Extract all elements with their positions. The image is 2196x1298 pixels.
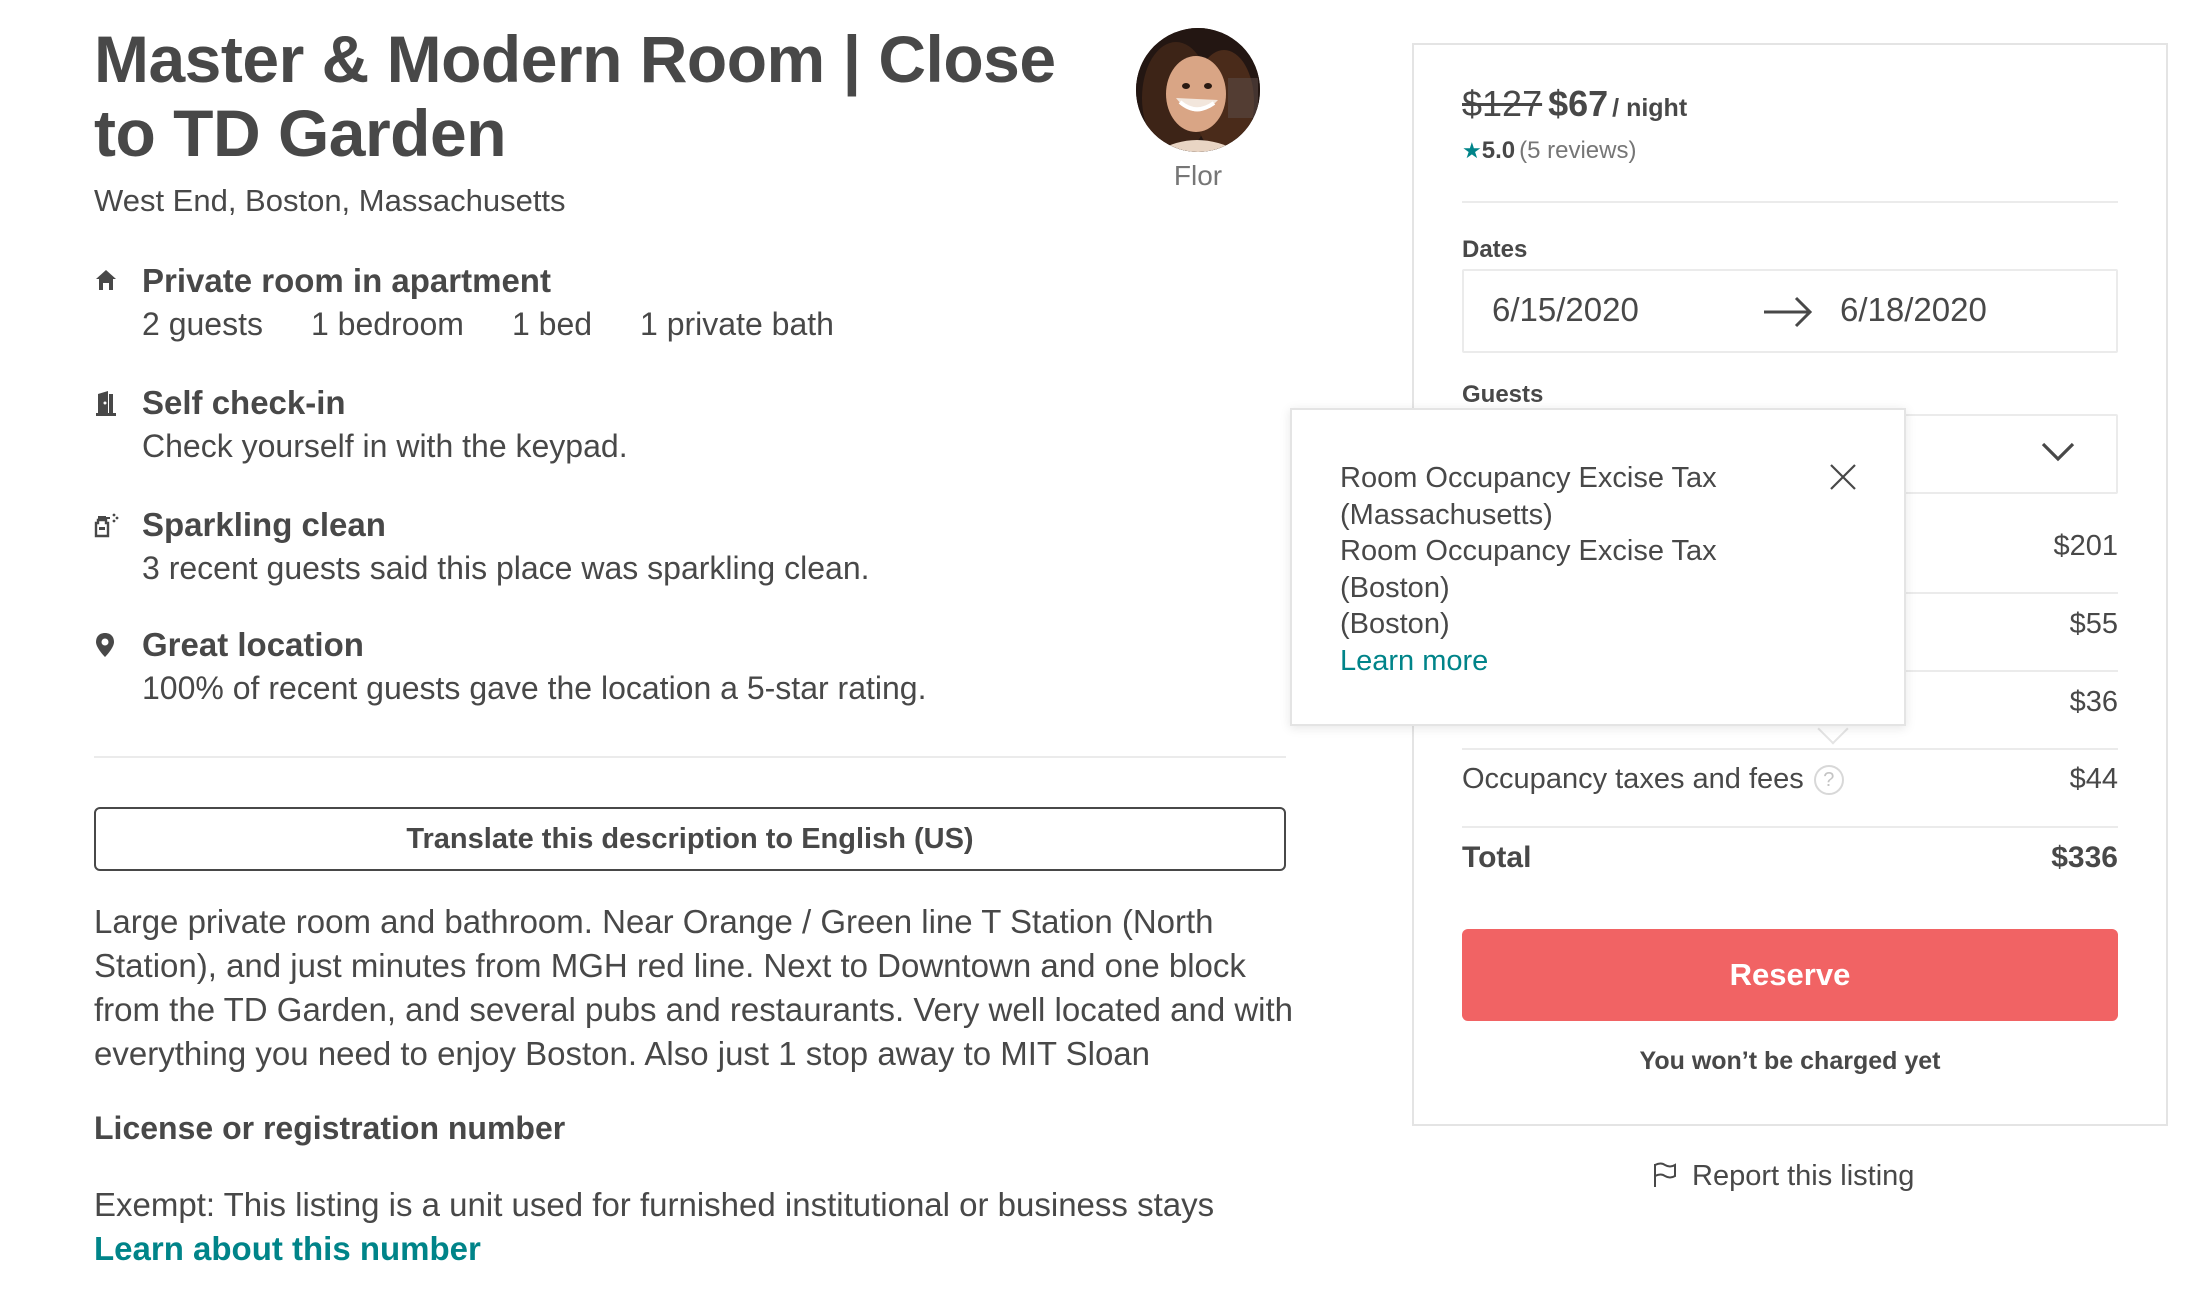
host-avatar[interactable] — [1136, 28, 1260, 152]
learn-about-number-link[interactable]: Learn about this number — [94, 1230, 481, 1268]
section-divider — [94, 756, 1286, 758]
check-out-date[interactable]: 6/18/2020 — [1840, 291, 1987, 329]
original-price: $127 — [1462, 83, 1543, 124]
total-row: Total $336 — [1462, 841, 2118, 881]
card-divider — [1462, 201, 2118, 203]
listing-description: Large private room and bathroom. Near Or… — [94, 903, 1294, 1072]
report-label: Report this listing — [1692, 1160, 1915, 1192]
tax-line: Room Occupancy Excise Tax — [1340, 535, 1717, 567]
arrow-right-icon — [1764, 296, 1813, 328]
spray-bottle-icon — [94, 512, 119, 538]
reviews-count[interactable]: (5 reviews) — [1519, 137, 1636, 164]
feature-sparkling-clean: Sparkling clean 3 recent guests said thi… — [94, 506, 1294, 596]
rating-value: 5.0 — [1481, 137, 1516, 164]
star-icon: ★ — [1462, 138, 1482, 163]
bath-count: 1 private bath — [640, 306, 834, 342]
price-unit: / night — [1612, 94, 1688, 122]
bedroom-count: 1 bedroom — [310, 306, 464, 342]
no-charge-note: You won’t be charged yet — [1639, 1047, 1941, 1075]
home-icon — [94, 268, 118, 294]
price-row: $127 $67/ night — [1462, 83, 1687, 125]
door-icon — [94, 390, 118, 416]
fee-amount: $36 — [2069, 686, 2118, 718]
feature-self-checkin: Self check-in Check yourself in with the… — [94, 384, 1294, 474]
date-range-picker: 6/15/2020 6/18/2020 — [1462, 269, 2118, 353]
chevron-down-icon — [2041, 442, 2075, 462]
translate-description-button[interactable]: Translate this description to English (U… — [94, 807, 1286, 871]
fee-row-occupancy: Occupancy taxes and fees? $44 — [1462, 763, 2118, 803]
feature-title: Great location — [142, 626, 364, 663]
tax-info-popover: Room Occupancy Excise Tax (Massachusetts… — [1290, 408, 1906, 726]
close-icon[interactable] — [1828, 462, 1858, 492]
occupancy-label: Occupancy taxes and fees — [1462, 763, 1804, 795]
reserve-button[interactable]: Reserve — [1462, 929, 2118, 1021]
tax-line: Room Occupancy Excise Tax — [1340, 462, 1717, 494]
feature-description: 3 recent guests said this place was spar… — [142, 550, 870, 586]
popover-content: Room Occupancy Excise Tax (Massachusetts… — [1340, 460, 1717, 679]
room-details: 2 guests 1 bedroom 1 bed 1 private bath — [142, 306, 882, 343]
flag-icon — [1654, 1162, 1676, 1187]
feature-title: Self check-in — [142, 384, 346, 421]
check-in-date[interactable]: 6/15/2020 — [1492, 291, 1639, 329]
feature-description: Check yourself in with the keypad. — [142, 428, 628, 464]
feature-room-type: Private room in apartment 2 guests 1 bedr… — [94, 262, 1294, 352]
learn-more-link[interactable]: Learn more — [1340, 645, 1488, 677]
occupancy-amount: $44 — [2069, 763, 2118, 795]
bed-count: 1 bed — [511, 306, 593, 342]
tax-line: (Massachusetts) — [1340, 498, 1553, 531]
tax-line: (Boston) — [1340, 608, 1450, 640]
feature-title: Sparkling clean — [142, 506, 386, 543]
report-listing-link[interactable]: Report this listing — [1650, 1160, 1914, 1193]
total-amount: $336 — [2051, 841, 2118, 874]
total-label: Total — [1462, 841, 1532, 874]
listing-location: West End, Boston, Massachusetts — [94, 183, 566, 218]
rating-summary[interactable]: ★5.0 (5 reviews) — [1462, 137, 1636, 165]
host-photo — [1136, 28, 1260, 152]
fee-amount: $201 — [2053, 530, 2118, 562]
fee-amount: $55 — [2069, 608, 2118, 640]
feature-title: Private room in apartment — [142, 262, 551, 299]
feature-great-location: Great location 100% of recent guests gav… — [94, 626, 1294, 716]
help-icon[interactable]: ? — [1813, 765, 1844, 795]
license-text: Exempt: This listing is a unit used for … — [94, 1186, 1215, 1223]
guests-label: Guests — [1462, 381, 1544, 408]
dates-label: Dates — [1462, 236, 1528, 263]
host-name: Flor — [1173, 160, 1223, 191]
host-profile[interactable]: Flor — [1136, 28, 1260, 192]
tax-line: (Boston) — [1340, 571, 1450, 604]
fee-divider — [1462, 826, 2118, 828]
guests-count: 2 guests — [142, 306, 263, 342]
map-pin-icon — [94, 632, 118, 658]
feature-description: 100% of recent guests gave the location … — [142, 670, 927, 706]
license-heading: License or registration number — [94, 1110, 566, 1146]
listing-title: Master & Modern Room | Close to TD Garde… — [94, 22, 1056, 170]
discounted-price: $67 — [1548, 83, 1609, 124]
fee-divider — [1462, 748, 2118, 750]
